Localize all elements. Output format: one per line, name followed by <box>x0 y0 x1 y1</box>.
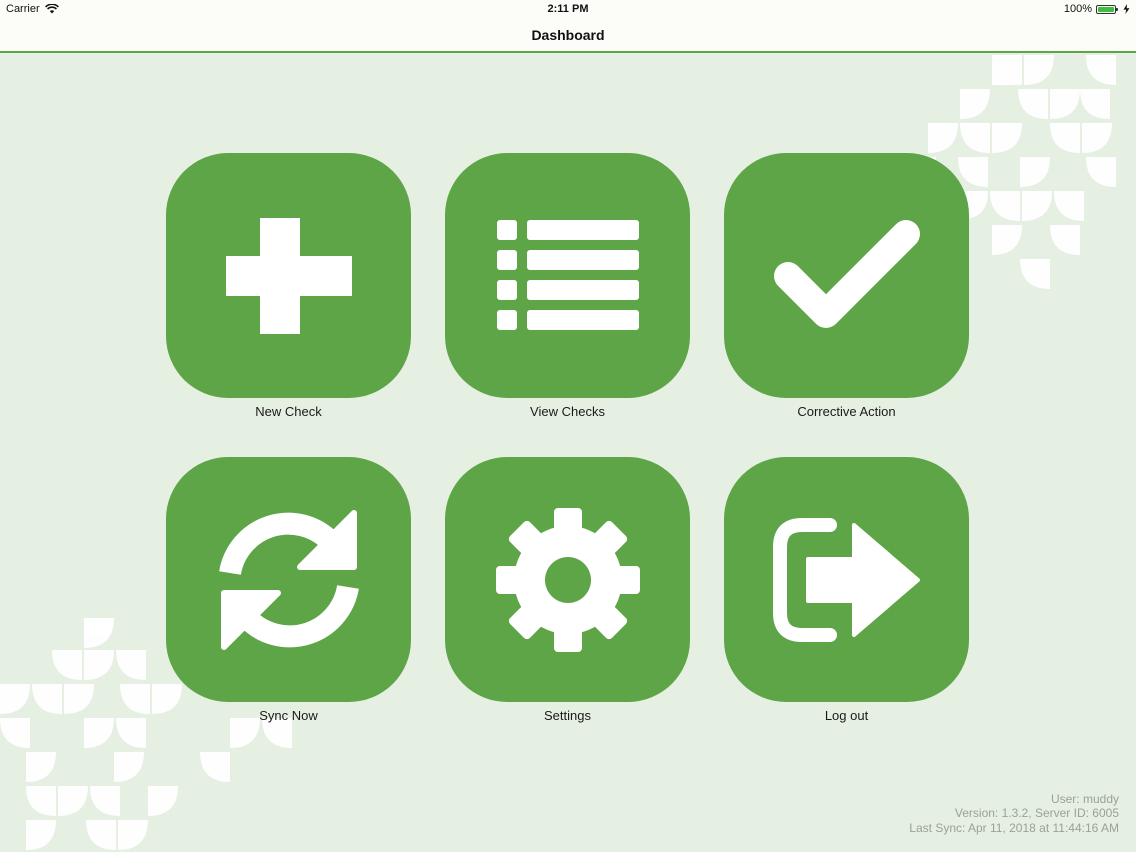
sync-now-button[interactable] <box>166 457 411 702</box>
tile-label-log-out: Log out <box>824 708 869 723</box>
settings-button[interactable] <box>445 457 690 702</box>
tile-corrective-action: Corrective Action <box>724 153 969 419</box>
battery-icon <box>1096 4 1118 14</box>
tile-label-view-checks: View Checks <box>530 404 605 419</box>
checkmark-icon <box>773 219 920 328</box>
battery-percent: 100% <box>1063 3 1092 15</box>
nav-bar: Dashboard <box>0 18 1136 53</box>
gear-icon <box>495 507 640 652</box>
plus-icon <box>225 217 352 334</box>
status-right: 100% <box>1064 3 1130 15</box>
corrective-action-button[interactable] <box>724 153 969 398</box>
tile-view-checks: View Checks <box>445 153 690 419</box>
last-sync-info: Last Sync: Apr 11, 2018 at 11:44:16 AM <box>909 820 1119 835</box>
page-title: Dashboard <box>531 27 605 43</box>
log-out-button[interactable] <box>724 457 969 702</box>
tile-label-settings: Settings <box>544 708 591 723</box>
list-icon <box>496 219 639 330</box>
version-info: Version: 1.3.2, Server ID: 6005 <box>954 806 1119 820</box>
tile-log-out: Log out <box>724 457 969 723</box>
charging-bolt-icon <box>1123 4 1130 14</box>
status-time: 2:11 PM <box>547 3 589 15</box>
new-check-button[interactable] <box>166 153 411 398</box>
tile-label-new-check: New Check <box>255 404 322 419</box>
app-info-footer: User: muddy Version: 1.3.2, Server ID: 6… <box>909 792 1119 836</box>
status-bar: Carrier 2:11 PM 100% <box>0 0 1136 18</box>
tile-label-corrective-action: Corrective Action <box>797 404 896 419</box>
user-info: User: muddy <box>1050 791 1119 806</box>
battery-fill <box>1098 6 1114 12</box>
view-checks-button[interactable] <box>445 153 690 398</box>
sync-icon <box>218 509 359 650</box>
logout-icon <box>772 517 920 642</box>
tile-settings: Settings <box>445 457 690 723</box>
tile-sync-now: Sync Now <box>166 457 411 723</box>
tile-label-sync-now: Sync Now <box>259 708 318 723</box>
tile-new-check: New Check <box>166 153 411 419</box>
